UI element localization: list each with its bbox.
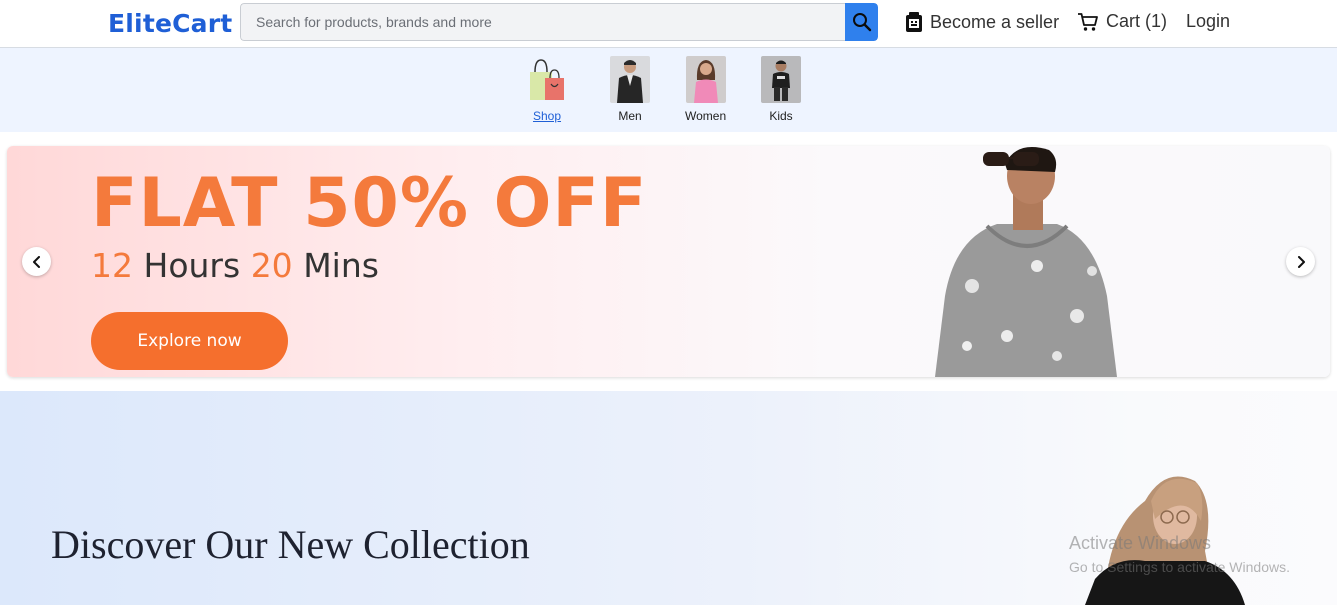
category-women[interactable]: Women: [685, 56, 726, 123]
category-label: Men: [618, 109, 642, 123]
hours-value: 12: [91, 246, 133, 285]
become-seller-link[interactable]: Become a seller: [905, 11, 1059, 33]
category-strip: Shop Men Women Kids: [0, 48, 1337, 132]
hero-banner[interactable]: FLAT 50% OFF 12 Hours 20 Mins Explore no…: [7, 146, 1330, 377]
category-men[interactable]: Men: [610, 56, 650, 123]
chevron-right-icon: [1297, 255, 1305, 268]
hero-countdown: 12 Hours 20 Mins: [91, 246, 379, 285]
category-kids[interactable]: Kids: [761, 56, 801, 123]
hours-label: Hours: [143, 246, 241, 285]
collection-title: Discover Our New Collection: [51, 522, 530, 567]
men-thumbnail: [610, 56, 650, 103]
carousel-next-button[interactable]: [1286, 247, 1315, 276]
top-header: EliteCart Become a seller Cart (1) Log: [0, 0, 1337, 48]
become-seller-label: Become a seller: [930, 11, 1060, 32]
women-thumbnail: [685, 56, 726, 103]
chevron-left-icon: [32, 255, 40, 268]
explore-now-button[interactable]: Explore now: [91, 312, 288, 370]
site-logo[interactable]: EliteCart: [108, 9, 232, 38]
cart-link[interactable]: Cart (1): [1077, 11, 1167, 32]
cart-label: Cart (1): [1106, 11, 1168, 31]
carousel-prev-button[interactable]: [22, 247, 51, 276]
mins-label: Mins: [303, 246, 379, 285]
watermark-subtitle: Go to Settings to activate Windows.: [1069, 559, 1290, 575]
category-label: Women: [685, 109, 727, 123]
new-collection-section: Discover Our New Collection Activate Win…: [0, 391, 1337, 605]
cart-icon: [1078, 12, 1098, 31]
search-icon: [852, 13, 871, 32]
kids-thumbnail: [761, 56, 801, 103]
search-button[interactable]: [845, 3, 878, 41]
category-label: Kids: [769, 109, 793, 123]
category-label: Shop: [532, 109, 562, 123]
hero-headline: FLAT 50% OFF: [91, 164, 648, 243]
shopping-bags-icon: [527, 56, 567, 103]
activate-windows-watermark: Activate Windows Go to Settings to activ…: [1069, 533, 1290, 575]
search-input[interactable]: [240, 3, 845, 41]
mins-value: 20: [250, 246, 293, 285]
watermark-title: Activate Windows: [1069, 533, 1212, 553]
search-bar: [240, 3, 878, 41]
store-icon: [906, 12, 922, 32]
login-link[interactable]: Login: [1186, 11, 1230, 32]
category-shop[interactable]: Shop: [527, 56, 567, 123]
hero-model-image: [935, 147, 1117, 377]
